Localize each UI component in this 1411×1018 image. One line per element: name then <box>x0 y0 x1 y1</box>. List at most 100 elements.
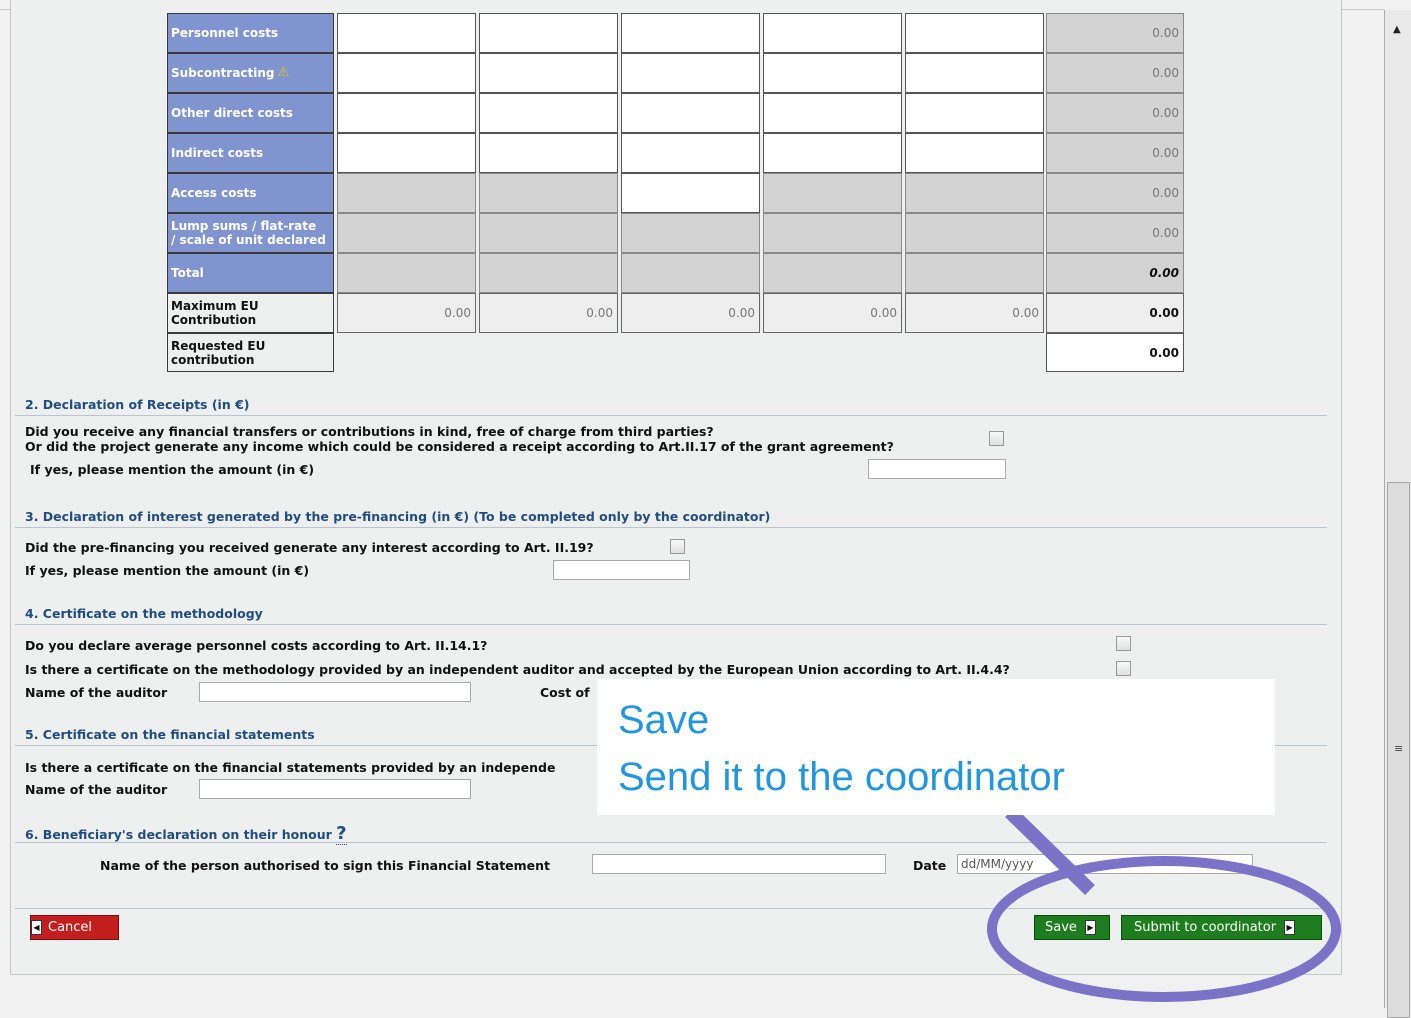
receipts-question-2: Or did the project generate any income w… <box>25 439 894 454</box>
grip-icon: ≡ <box>1394 742 1404 755</box>
average-costs-checkbox[interactable] <box>1116 636 1131 651</box>
signatory-name-label: Name of the person authorised to sign th… <box>100 858 551 873</box>
section-6-title: 6. Beneficiary's declaration on their ho… <box>25 823 347 845</box>
cost-input[interactable] <box>763 133 902 173</box>
methodology-question-1: Do you declare average personnel costs a… <box>25 638 488 653</box>
row-label-personnel-costs: Personnel costs <box>167 13 334 53</box>
row-total: 0.00 <box>1046 133 1184 173</box>
requested-eu-input[interactable]: 0.00 <box>1046 333 1184 372</box>
disabled-cell <box>763 253 902 293</box>
disabled-cell <box>479 173 618 213</box>
grand-total: 0.00 <box>1046 253 1184 293</box>
interest-checkbox[interactable] <box>670 539 685 554</box>
signatory-name-input[interactable] <box>592 854 886 874</box>
section-4-title: 4. Certificate on the methodology <box>25 606 263 621</box>
interest-amount-label: If yes, please mention the amount (in €) <box>25 563 310 578</box>
save-button[interactable]: Save ▶ <box>1034 915 1110 940</box>
cost-input[interactable] <box>763 53 902 93</box>
callout-box: Save Send it to the coordinator <box>597 679 1275 815</box>
cost-input[interactable] <box>621 93 760 133</box>
methodology-auditor-label: Name of the auditor <box>25 685 168 700</box>
disabled-cell <box>763 213 902 253</box>
methodology-auditor-input[interactable] <box>199 682 471 702</box>
cost-input[interactable] <box>337 133 476 173</box>
section-divider <box>15 624 1327 625</box>
cost-input[interactable] <box>621 13 760 53</box>
submit-to-coordinator-button[interactable]: Submit to coordinator ▶ <box>1121 915 1322 940</box>
cost-input[interactable] <box>763 93 902 133</box>
disabled-cell <box>905 213 1044 253</box>
vertical-scrollbar[interactable]: ▲ ≡ <box>1384 10 1411 1018</box>
cost-input[interactable] <box>479 13 618 53</box>
cost-input[interactable] <box>479 53 618 93</box>
disabled-cell <box>621 253 760 293</box>
disabled-cell <box>479 253 618 293</box>
row-total: 0.00 <box>1046 13 1184 53</box>
disabled-cell <box>621 213 760 253</box>
section-divider <box>15 842 1327 843</box>
date-label: Date <box>913 858 947 873</box>
cost-input[interactable] <box>905 13 1044 53</box>
disabled-cell <box>479 213 618 253</box>
row-label-total: Total <box>167 253 334 293</box>
max-eu-value: 0.00 <box>337 293 476 333</box>
section-2-title: 2. Declaration of Receipts (in €) <box>25 397 250 412</box>
methodology-question-2: Is there a certificate on the methodolog… <box>25 662 1010 677</box>
cost-input[interactable] <box>479 93 618 133</box>
row-label-access-costs: Access costs <box>167 173 334 213</box>
receipts-checkbox[interactable] <box>989 431 1004 446</box>
row-label-other-direct-costs: Other direct costs <box>167 93 334 133</box>
methodology-certificate-checkbox[interactable] <box>1116 661 1131 676</box>
cost-input[interactable] <box>621 173 760 213</box>
row-label-indirect-costs: Indirect costs <box>167 133 334 173</box>
cancel-button[interactable]: ◀ Cancel <box>30 915 119 940</box>
section-3-title: 3. Declaration of interest generated by … <box>25 509 771 524</box>
cost-input[interactable] <box>337 53 476 93</box>
disabled-cell <box>337 173 476 213</box>
row-label-lump-sums: Lump sums / flat-rate / scale of unit dec… <box>167 213 334 253</box>
disabled-cell <box>905 173 1044 213</box>
max-eu-total: 0.00 <box>1046 293 1184 333</box>
max-eu-value: 0.00 <box>763 293 902 333</box>
callout-line-send: Send it to the coordinator <box>618 755 1065 799</box>
warning-icon: ⚠ <box>277 65 290 80</box>
max-eu-value: 0.00 <box>479 293 618 333</box>
scroll-up-arrow-icon[interactable]: ▲ <box>1393 24 1401 35</box>
row-total: 0.00 <box>1046 213 1184 253</box>
disabled-cell <box>337 213 476 253</box>
interest-question: Did the pre-financing you received gener… <box>25 540 594 555</box>
cost-input[interactable] <box>905 53 1044 93</box>
receipts-amount-label: If yes, please mention the amount (in €) <box>30 462 315 477</box>
financial-certificate-question: Is there a certificate on the financial … <box>25 760 556 775</box>
methodology-cost-label: Cost of <box>540 685 590 700</box>
section-divider <box>15 415 1327 416</box>
scroll-thumb[interactable]: ≡ <box>1387 482 1410 1018</box>
interest-amount-input[interactable] <box>553 560 690 580</box>
row-total: 0.00 <box>1046 173 1184 213</box>
arrow-right-icon: ▶ <box>1084 920 1096 935</box>
cost-input[interactable] <box>763 13 902 53</box>
callout-line-save: Save <box>618 698 710 742</box>
row-label-maximum-eu-contribution: Maximum EU Contribution <box>167 293 334 333</box>
row-total: 0.00 <box>1046 93 1184 133</box>
cost-input[interactable] <box>479 133 618 173</box>
receipts-amount-input[interactable] <box>868 459 1006 479</box>
cost-input[interactable] <box>337 13 476 53</box>
arrow-right-icon: ▶ <box>1284 920 1296 935</box>
cost-input[interactable] <box>905 93 1044 133</box>
row-total: 0.00 <box>1046 53 1184 93</box>
cost-input[interactable] <box>905 133 1044 173</box>
receipts-question-1: Did you receive any financial transfers … <box>25 424 714 439</box>
disabled-cell <box>905 253 1044 293</box>
disabled-cell <box>763 173 902 213</box>
cost-input[interactable] <box>621 133 760 173</box>
date-input[interactable]: dd/MM/yyyy <box>957 854 1253 874</box>
arrow-left-icon: ◀ <box>31 920 42 935</box>
section-5-title: 5. Certificate on the financial statemen… <box>25 727 315 742</box>
cost-input[interactable] <box>621 53 760 93</box>
financial-auditor-label: Name of the auditor <box>25 782 168 797</box>
max-eu-value: 0.00 <box>905 293 1044 333</box>
cost-input[interactable] <box>337 93 476 133</box>
row-label-requested-eu-contribution: Requested EU contribution <box>167 333 334 372</box>
financial-auditor-input[interactable] <box>199 779 471 799</box>
